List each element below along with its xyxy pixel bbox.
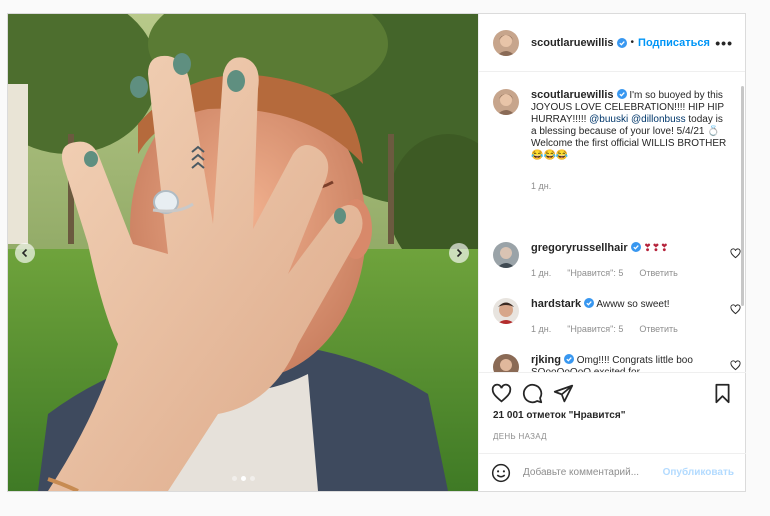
comment-heart-icon[interactable] — [730, 248, 741, 259]
chevron-left-icon — [21, 248, 28, 258]
divider — [479, 372, 746, 373]
reply-button[interactable]: Ответить — [639, 323, 677, 335]
comment-body: Awww so sweet! — [596, 299, 670, 310]
comment-item: rjking Omg!!!! Congrats little boo SOooO… — [493, 354, 741, 372]
photo-image — [8, 14, 478, 491]
caption-text: scoutlaruewillis I'm so buoyed by this J… — [531, 89, 731, 192]
author-username[interactable]: scoutlaruewillis — [531, 37, 614, 49]
next-photo-button[interactable] — [449, 243, 469, 263]
verified-icon — [616, 37, 627, 48]
reply-button[interactable]: Ответить — [639, 267, 677, 279]
caption-username[interactable]: scoutlaruewillis — [531, 89, 614, 101]
author-avatar[interactable] — [493, 29, 519, 56]
follow-button[interactable]: Подписаться — [638, 37, 710, 49]
caption-meta: 1 дн. — [531, 180, 731, 192]
comment-text: hardstark Awww so sweet! 1 дн. "Нравится… — [531, 298, 731, 335]
commenter-username[interactable]: gregoryrussellhair — [531, 242, 628, 254]
carousel-indicator — [8, 476, 478, 481]
verified-icon — [584, 298, 595, 308]
comment-meta: 1 дн. "Нравится": 5 Ответить — [531, 323, 731, 335]
caption-avatar[interactable] — [493, 89, 519, 115]
likes-count[interactable]: 21 001 отметок "Нравится" — [493, 410, 625, 421]
mention-link[interactable]: @buuski — [589, 114, 628, 125]
carousel-dot — [231, 476, 237, 481]
mention-link[interactable]: @dillonbuss — [631, 114, 686, 125]
commenter-username[interactable]: hardstark — [531, 298, 581, 310]
more-options-button[interactable]: ••• — [715, 35, 733, 51]
bookmark-icon[interactable] — [712, 383, 733, 404]
comment-item: hardstark Awww so sweet! 1 дн. "Нравится… — [493, 298, 741, 335]
comment-time[interactable]: 1 дн. — [531, 267, 551, 279]
emoji-icon[interactable] — [491, 463, 511, 483]
comment-body: ❣❣❣ — [643, 243, 669, 254]
chevron-right-icon — [456, 248, 463, 258]
comment-input[interactable]: Добавьте комментарий... — [523, 467, 639, 478]
commenter-avatar[interactable] — [493, 354, 519, 372]
action-bar — [491, 381, 733, 405]
comment-likes[interactable]: "Нравится": 5 — [567, 267, 623, 279]
comment-time[interactable]: 1 дн. — [531, 323, 551, 335]
caption-time[interactable]: 1 дн. — [531, 180, 551, 192]
comment-text: rjking Omg!!!! Congrats little boo SOooO… — [531, 354, 731, 372]
comment-text: gregoryrussellhair ❣❣❣ 1 дн. "Нравится":… — [531, 242, 731, 279]
verified-icon — [630, 242, 641, 252]
comment-heart-icon[interactable] — [730, 360, 741, 371]
verified-icon — [616, 89, 627, 99]
post-photo[interactable] — [8, 14, 478, 491]
comment-likes[interactable]: "Нравится": 5 — [567, 323, 623, 335]
post-sidebar: scoutlaruewillis • Подписаться ••• scout… — [478, 14, 746, 491]
publish-button[interactable]: Опубликовать — [663, 467, 734, 478]
separator: • — [630, 37, 635, 48]
caption: scoutlaruewillis I'm so buoyed by this J… — [493, 89, 733, 192]
commenter-avatar[interactable] — [493, 242, 519, 268]
post-date[interactable]: ДЕНЬ НАЗАД — [493, 432, 547, 441]
previous-photo-button[interactable] — [15, 243, 35, 263]
heart-icon[interactable] — [491, 383, 512, 404]
comment-item: gregoryrussellhair ❣❣❣ 1 дн. "Нравится":… — [493, 242, 741, 279]
comment-meta: 1 дн. "Нравится": 5 Ответить — [531, 267, 731, 279]
verified-icon — [563, 354, 574, 364]
comment-icon[interactable] — [522, 383, 543, 404]
share-icon[interactable] — [553, 383, 574, 404]
commenter-username[interactable]: rjking — [531, 354, 561, 366]
commenter-avatar[interactable] — [493, 298, 519, 324]
post-card: scoutlaruewillis • Подписаться ••• scout… — [7, 13, 746, 492]
scrollbar[interactable] — [741, 86, 744, 306]
comments-list[interactable]: scoutlaruewillis I'm so buoyed by this J… — [479, 72, 746, 372]
add-comment-bar: Добавьте комментарий... Опубликовать — [479, 453, 746, 491]
post-header: scoutlaruewillis • Подписаться ••• — [479, 14, 745, 72]
carousel-dot — [249, 476, 255, 481]
carousel-dot-active — [240, 476, 246, 481]
comment-heart-icon[interactable] — [730, 304, 741, 315]
